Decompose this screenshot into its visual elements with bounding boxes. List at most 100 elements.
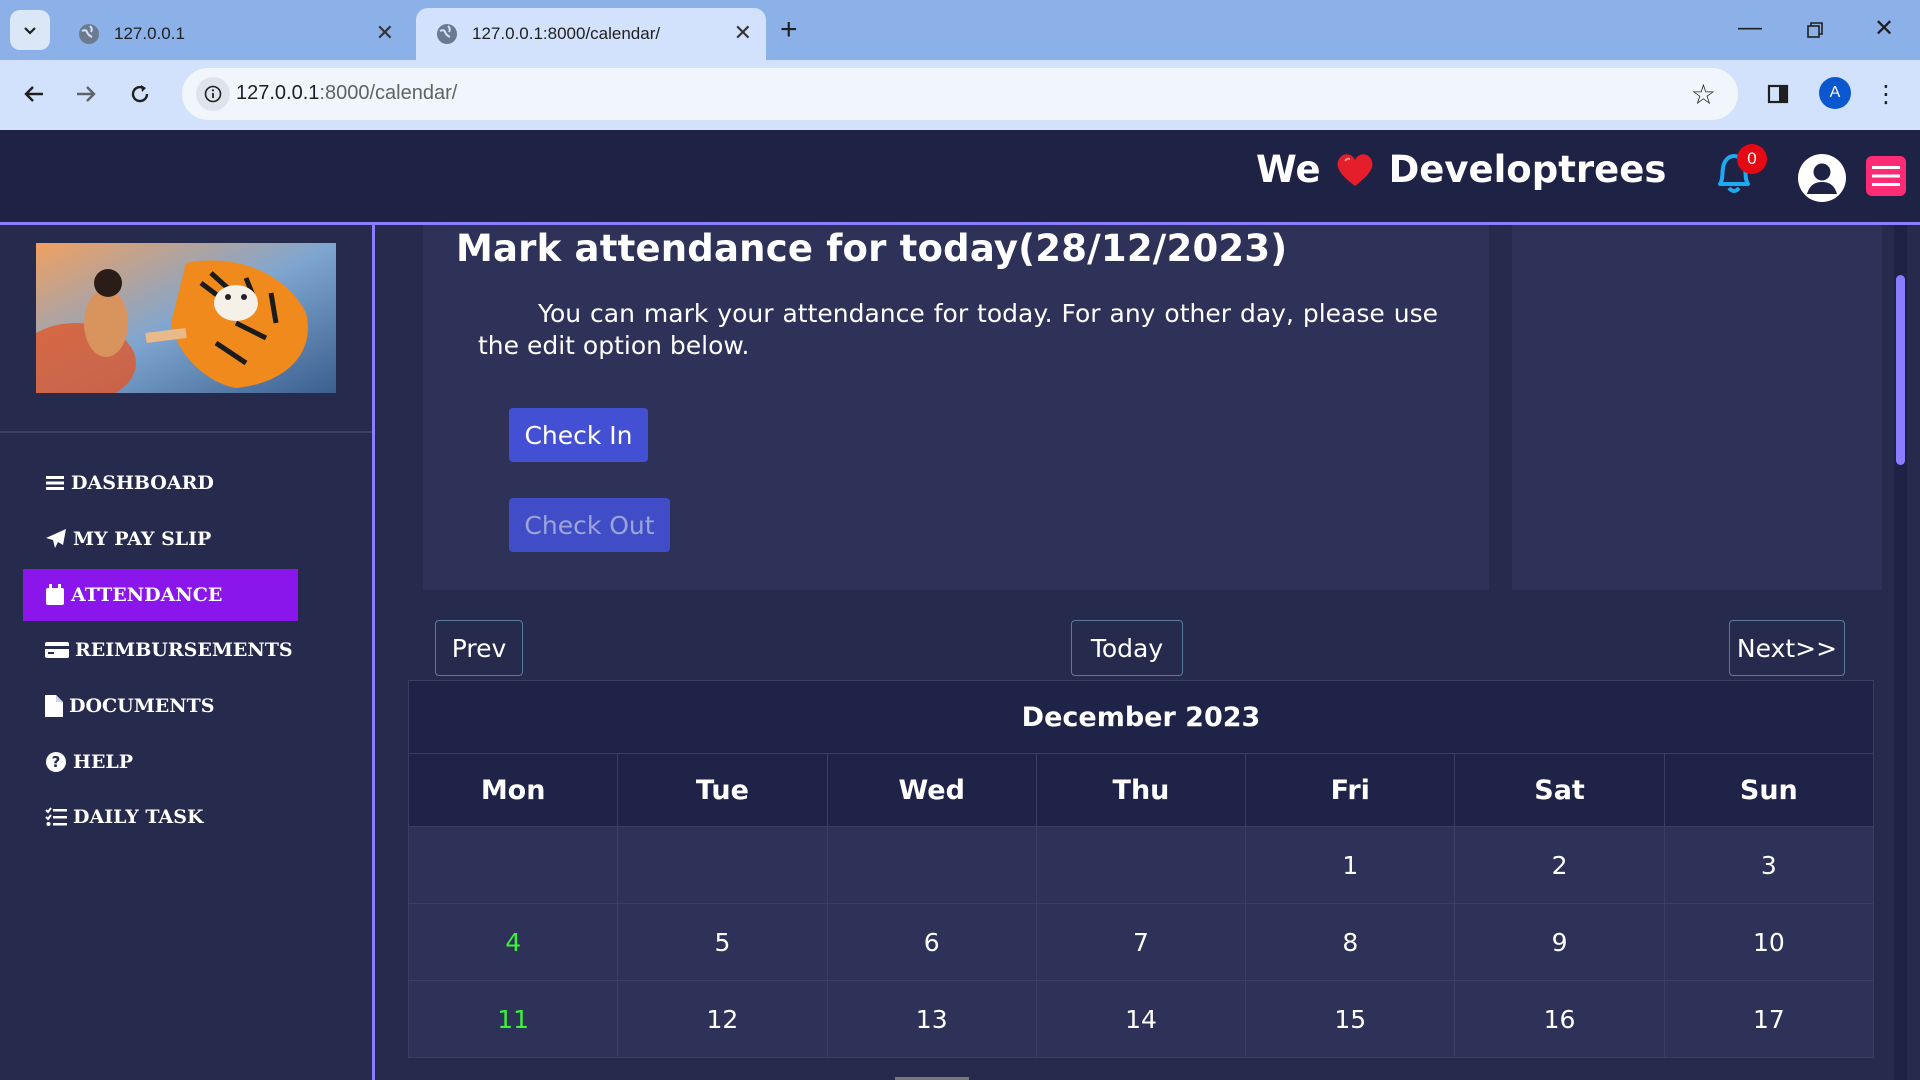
new-tab-button[interactable]: +: [780, 14, 798, 46]
sidebar-item-dashboard[interactable]: DASHBOARD: [23, 457, 298, 509]
calendar-day[interactable]: 9: [1454, 903, 1665, 981]
sidebar-item-daily-task[interactable]: DAILY TASK: [23, 791, 298, 843]
sidebar-divider: [0, 431, 372, 433]
tab-title: 127.0.0.1: [114, 24, 185, 43]
weekday-header: Thu: [1035, 753, 1247, 827]
calendar-day[interactable]: 13: [826, 980, 1037, 1058]
site-info-icon[interactable]: [196, 77, 230, 111]
brand-title: We Developtrees: [1256, 148, 1666, 191]
profile-avatar[interactable]: A: [1819, 77, 1851, 109]
scrollbar-thumb[interactable]: [1896, 275, 1905, 465]
calendar-day: [1035, 826, 1247, 904]
address-bar[interactable]: 127.0.0.1:8000/calendar/ ☆: [182, 68, 1738, 120]
today-button[interactable]: Today: [1071, 620, 1183, 676]
sidebar-item-label: DAILY TASK: [73, 806, 204, 828]
calendar-week: 4 5 6 7 8 9 10: [407, 903, 1875, 981]
minimize-icon[interactable]: —: [1738, 14, 1762, 42]
calendar-day[interactable]: 5: [617, 903, 828, 981]
weekday-header: Wed: [826, 753, 1037, 827]
prev-month-button[interactable]: Prev: [435, 620, 523, 676]
calendar-day[interactable]: 6: [826, 903, 1037, 981]
attendance-instructions: You can mark your attendance for today. …: [478, 299, 1438, 360]
calendar-day[interactable]: 1: [1245, 826, 1456, 904]
browser-toolbar: 127.0.0.1:8000/calendar/ ☆ A ⋮: [0, 60, 1920, 130]
brand-we: We: [1256, 148, 1321, 191]
calendar-day[interactable]: 11: [407, 980, 619, 1058]
main-content: Mark attendance for today(28/12/2023) Yo…: [375, 225, 1907, 1080]
sidebar-item-help[interactable]: ? HELP: [23, 736, 298, 788]
sidebar-item-reimbursements[interactable]: REIMBURSEMENTS: [23, 624, 298, 676]
sidebar-item-label: ATTENDANCE: [71, 584, 223, 606]
calendar-day[interactable]: 12: [617, 980, 828, 1058]
more-menu-icon[interactable]: ⋮: [1866, 74, 1906, 114]
side-panel-icon[interactable]: [1758, 74, 1798, 114]
calendar-day: [826, 826, 1037, 904]
forward-arrow-icon[interactable]: [66, 74, 106, 114]
brand-name: Developtrees: [1388, 148, 1667, 191]
sidebar-item-label: MY PAY SLIP: [73, 528, 212, 550]
globe-icon: [79, 24, 99, 44]
check-in-button[interactable]: Check In: [509, 408, 648, 462]
back-arrow-icon[interactable]: [14, 74, 54, 114]
sidebar-item-label: DOCUMENTS: [69, 695, 215, 717]
browser-tab-1[interactable]: 127.0.0.1 ✕: [58, 8, 408, 60]
user-icon[interactable]: [1796, 152, 1848, 204]
weekday-header: Sat: [1454, 753, 1665, 827]
sidebar-item-documents[interactable]: DOCUMENTS: [23, 680, 298, 732]
task-list-icon: [45, 807, 67, 826]
close-tab-icon[interactable]: ✕: [376, 20, 394, 46]
url-text: 127.0.0.1:8000/calendar/: [236, 82, 458, 104]
sidebar-item-attendance[interactable]: ATTENDANCE: [23, 569, 298, 621]
sidebar-item-label: REIMBURSEMENTS: [75, 639, 293, 661]
calendar-day[interactable]: 15: [1245, 980, 1456, 1058]
close-tab-icon[interactable]: ✕: [734, 20, 752, 46]
bookmark-star-icon[interactable]: ☆: [1691, 78, 1716, 111]
sidebar-item-my-pay-slip[interactable]: MY PAY SLIP: [23, 513, 298, 565]
calendar-day[interactable]: 3: [1663, 826, 1875, 904]
calendar-day[interactable]: 8: [1245, 903, 1456, 981]
profile-banner-image: [36, 243, 336, 393]
calendar-day: [407, 826, 619, 904]
close-window-icon[interactable]: ✕: [1874, 14, 1894, 43]
tab-title: 127.0.0.1:8000/calendar/: [472, 24, 661, 43]
browser-tab-strip: 127.0.0.1 ✕ 127.0.0.1:8000/calendar/ ✕ +…: [0, 0, 1920, 60]
calendar-day[interactable]: 4: [407, 903, 619, 981]
reload-icon[interactable]: [120, 74, 160, 114]
tab-search-button[interactable]: [10, 10, 50, 50]
attendance-title: Mark attendance for today(28/12/2023): [456, 227, 1288, 270]
calendar-day[interactable]: 2: [1454, 826, 1665, 904]
weekday-header: Fri: [1245, 753, 1456, 827]
calendar-day[interactable]: 7: [1035, 903, 1247, 981]
globe-icon: [437, 24, 457, 44]
hamburger-menu-icon[interactable]: [1866, 156, 1906, 196]
calendar-day[interactable]: 16: [1454, 980, 1665, 1058]
browser-tab-2[interactable]: 127.0.0.1:8000/calendar/ ✕: [416, 8, 766, 60]
bars-icon: [46, 476, 64, 490]
file-icon: [45, 695, 63, 717]
heart-icon: [1337, 153, 1373, 186]
calendar-day[interactable]: 17: [1663, 980, 1875, 1058]
side-panel-card: [1512, 225, 1882, 590]
calendar-week: 1 2 3: [407, 826, 1875, 904]
weekday-header: Tue: [617, 753, 828, 827]
restore-icon[interactable]: [1806, 18, 1824, 46]
attendance-card: Mark attendance for today(28/12/2023) Yo…: [423, 225, 1489, 590]
question-circle-icon: ?: [46, 752, 66, 772]
paper-plane-icon: [46, 529, 66, 548]
calendar-week: 11 12 13 14 15 16 17: [407, 980, 1875, 1058]
credit-card-icon: [45, 642, 69, 658]
vertical-scrollbar[interactable]: [1894, 225, 1907, 1080]
next-month-button[interactable]: Next>>: [1729, 620, 1845, 676]
calendar-month-title: December 2023: [408, 680, 1874, 754]
sidebar-item-label: HELP: [73, 751, 134, 773]
svg-text:?: ?: [52, 753, 61, 771]
app-header: We Developtrees 0: [0, 130, 1920, 225]
notification-badge: 0: [1737, 144, 1767, 174]
calendar-day[interactable]: 10: [1663, 903, 1875, 981]
calendar-table: December 2023 Mon Tue Wed Thu Fri Sat Su…: [407, 680, 1875, 1058]
check-out-button[interactable]: Check Out: [509, 498, 670, 552]
sidebar-item-label: DASHBOARD: [71, 472, 214, 494]
calendar-icon: [46, 584, 64, 605]
chevron-down-icon: [24, 27, 36, 35]
calendar-day[interactable]: 14: [1035, 980, 1247, 1058]
